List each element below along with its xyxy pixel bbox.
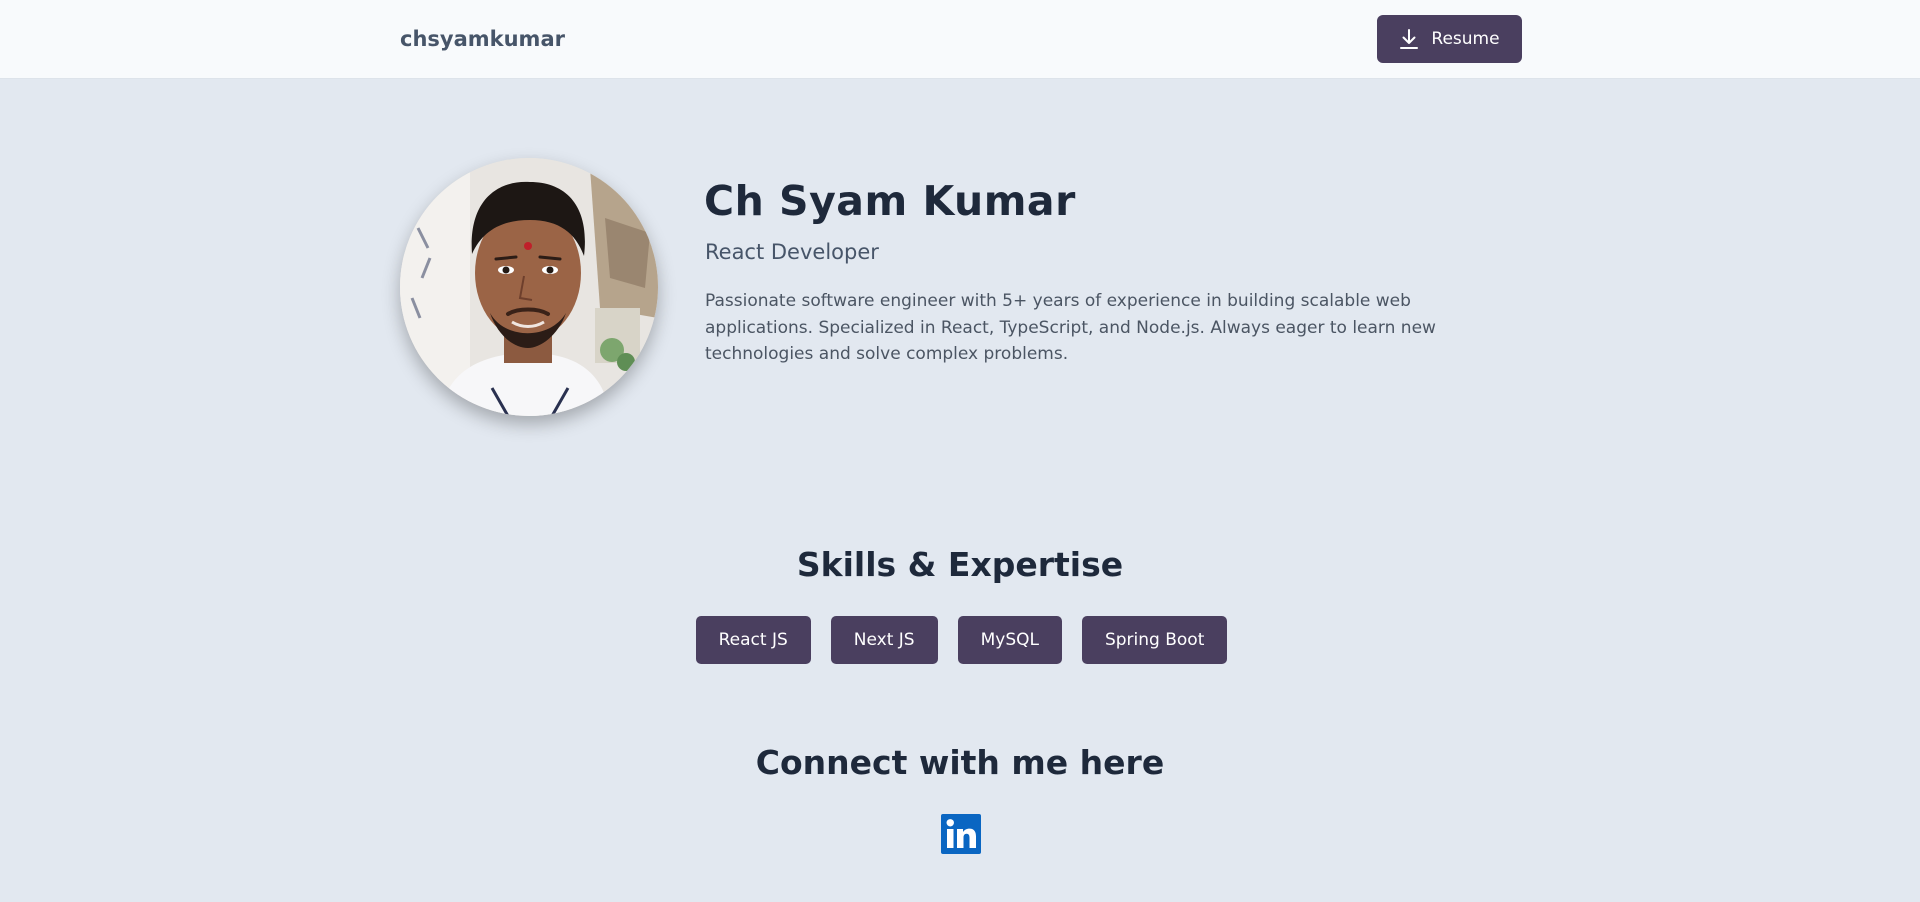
brand-logo-text[interactable]: chsyamkumar [400, 26, 565, 52]
profile-role: React Developer [705, 240, 879, 264]
skill-badge-next-js: Next JS [830, 616, 938, 664]
profile-avatar [400, 158, 658, 416]
linkedin-link[interactable] [941, 814, 981, 854]
download-icon [1399, 28, 1419, 50]
profile-name: Ch Syam Kumar [704, 177, 1076, 225]
resume-button-label: Resume [1431, 29, 1500, 49]
linkedin-icon [941, 814, 981, 854]
skills-heading: Skills & Expertise [796, 545, 1124, 584]
skills-list: React JS Next JS MySQL Spring Boot [0, 616, 1920, 664]
skill-badge-react-js: React JS [695, 616, 811, 664]
connect-heading: Connect with me here [755, 743, 1165, 782]
skill-badge-spring-boot: Spring Boot [1081, 616, 1228, 664]
profile-bio: Passionate software engineer with 5+ yea… [705, 291, 1436, 364]
skill-badge-mysql: MySQL [957, 616, 1062, 664]
navbar: chsyamkumar Resume [0, 0, 1920, 79]
resume-download-button[interactable]: Resume [1377, 15, 1522, 63]
